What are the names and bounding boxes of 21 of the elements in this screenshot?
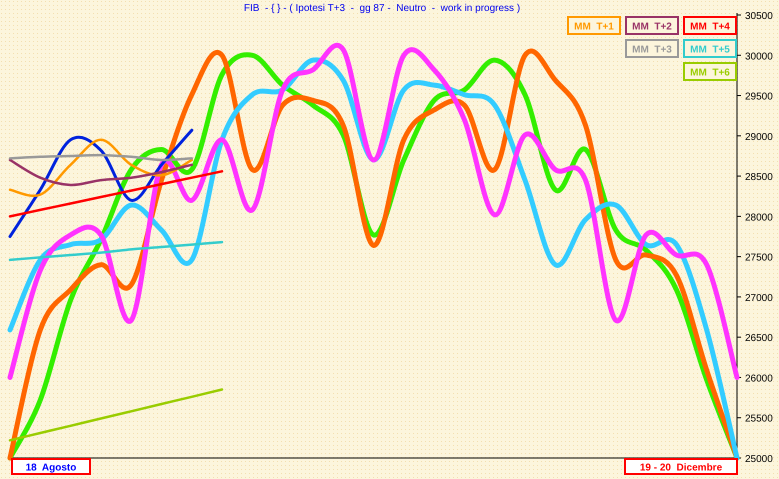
y-tick-label: 29000 [745,132,773,143]
y-tick-label: 27500 [745,252,773,264]
chart-title: FIB - { } - ( Ipotesi T+3 - gg 87 - Neutro - work in progress ) [244,3,520,14]
legend-item: MM T+5 [683,39,737,58]
y-tick-label: 30500 [745,11,773,22]
legend-item: MM T+1 [567,16,621,35]
y-tick-label: 30000 [745,51,773,62]
start-date-label: 18 Agosto [11,458,91,475]
y-tick-label: 25000 [745,454,773,465]
y-tick-label: 26000 [745,373,773,384]
y-tick-label: 28500 [745,172,773,184]
y-tick-label: 28000 [745,212,773,224]
legend-item: MM T+6 [683,62,737,81]
y-tick-label: 26500 [745,333,773,344]
y-tick-label: 25500 [745,414,773,425]
legend-item: MM T+4 [683,16,737,35]
legend-item: MM T+2 [625,16,679,35]
y-tick-label: 27000 [745,292,773,304]
end-date-label: 19 - 20 Dicembre [624,458,738,475]
y-tick-label: 29500 [745,92,773,103]
legend-item: MM T+3 [625,39,679,58]
